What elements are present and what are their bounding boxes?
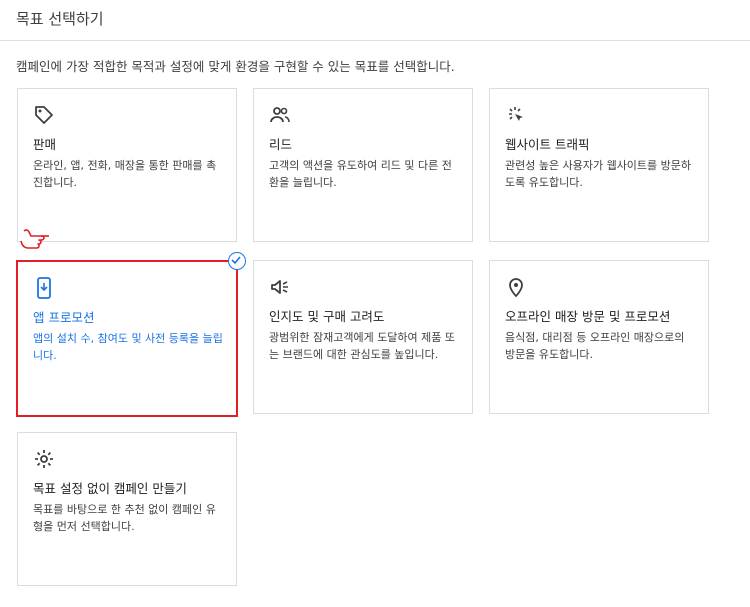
selected-check-icon <box>228 252 246 270</box>
gear-icon <box>32 447 56 471</box>
tag-icon <box>32 103 56 127</box>
phone-download-icon <box>32 276 56 300</box>
people-icon <box>268 103 292 127</box>
goal-card-description: 관련성 높은 사용자가 웹사이트를 방문하도록 유도합니다. <box>505 159 692 189</box>
goal-card-description: 목표를 바탕으로 한 추천 없이 캠페인 유형을 먼저 선택합니다. <box>33 503 216 533</box>
click-icon <box>504 103 528 127</box>
goal-card-title: 인지도 및 구매 고려도 <box>269 309 385 324</box>
goal-card-awareness[interactable]: 인지도 및 구매 고려도 광범위한 잠재고객에게 도달하여 제품 또는 브랜드에… <box>253 260 473 414</box>
goal-card-title: 리드 <box>269 137 293 152</box>
goal-card-description: 온라인, 앱, 전화, 매장을 통한 판매를 촉진합니다. <box>33 159 217 189</box>
goal-card-sales[interactable]: 판매 온라인, 앱, 전화, 매장을 통한 판매를 촉진합니다. <box>17 88 237 242</box>
goal-card-title: 앱 프로모션 <box>33 310 95 325</box>
page-description: 캠페인에 가장 적합한 목적과 설정에 맞게 환경을 구현할 수 있는 목표를 … <box>16 59 455 74</box>
goal-card-no-goal[interactable]: 목표 설정 없이 캠페인 만들기 목표를 바탕으로 한 추천 없이 캠페인 유형… <box>17 432 237 586</box>
goal-card-description: 고객의 액션을 유도하여 리드 및 다른 전환을 늘립니다. <box>269 159 452 189</box>
goal-card-title: 목표 설정 없이 캠페인 만들기 <box>33 481 187 496</box>
goal-card-title: 웹사이트 트래픽 <box>505 137 590 152</box>
goal-card-website-traffic[interactable]: 웹사이트 트래픽 관련성 높은 사용자가 웹사이트를 방문하도록 유도합니다. <box>489 88 709 242</box>
goal-card-description: 광범위한 잠재고객에게 도달하여 제품 또는 브랜드에 대한 관심도를 높입니다… <box>269 331 456 361</box>
hand-pointer-icon <box>20 225 54 253</box>
page-title: 목표 선택하기 <box>16 10 104 28</box>
goal-card-description: 음식점, 대리점 등 오프라인 매장으로의 방문을 유도합니다. <box>505 331 685 361</box>
goal-card-store-visits[interactable]: 오프라인 매장 방문 및 프로모션 음식점, 대리점 등 오프라인 매장으로의 … <box>489 260 709 414</box>
goal-card-app-promotion[interactable]: 앱 프로모션 앱의 설치 수, 참여도 및 사전 등록을 늘립니다. <box>16 252 246 417</box>
header: 목표 선택하기 <box>0 0 750 41</box>
goal-card-title: 오프라인 매장 방문 및 프로모션 <box>505 309 671 324</box>
goal-card-title: 판매 <box>33 137 57 152</box>
goal-card-leads[interactable]: 리드 고객의 액션을 유도하여 리드 및 다른 전환을 늘립니다. <box>253 88 473 242</box>
megaphone-icon <box>268 275 292 299</box>
goal-card-description: 앱의 설치 수, 참여도 및 사전 등록을 늘립니다. <box>33 332 223 362</box>
location-pin-icon <box>504 275 528 299</box>
